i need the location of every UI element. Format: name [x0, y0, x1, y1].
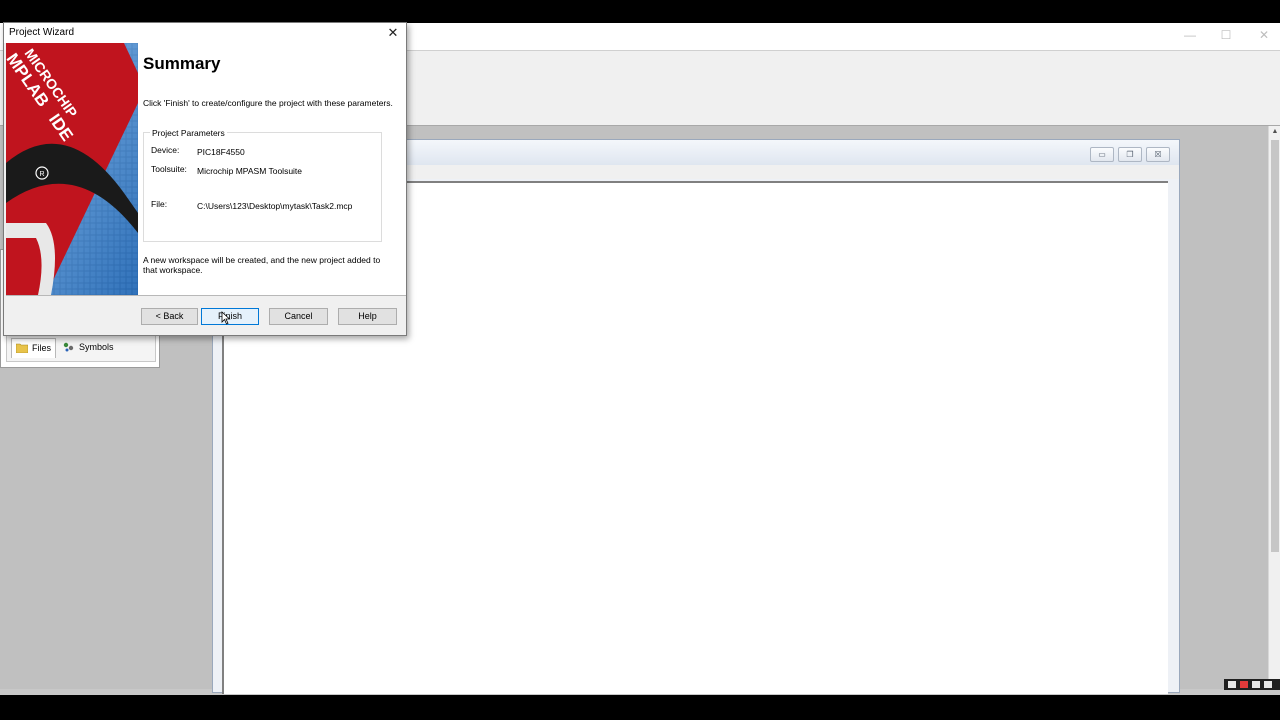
dialog-close-button[interactable]: ✕	[384, 24, 402, 42]
folder-icon	[16, 343, 28, 353]
app-close-button[interactable]: ✕	[1254, 25, 1274, 45]
toolsuite-label: Toolsuite:	[151, 164, 187, 174]
cancel-button[interactable]: Cancel	[269, 308, 328, 325]
device-label: Device:	[151, 145, 180, 155]
device-value: PIC18F4550	[197, 147, 245, 157]
back-button[interactable]: < Back	[141, 308, 198, 325]
toolsuite-value: Microchip MPASM Toolsuite	[197, 166, 303, 176]
app-minimize-button[interactable]: —	[1180, 25, 1200, 45]
screen-icon[interactable]	[1252, 681, 1260, 688]
dialog-main-panel: Summary Click 'Finish' to create/configu…	[138, 43, 406, 295]
mplab-ide-banner-image: R MICROCHIP MPLAB IDE	[6, 43, 138, 295]
symbols-icon	[63, 342, 74, 352]
mouse-cursor-icon	[221, 311, 231, 325]
file-value: C:\Users\123\Desktop\mytask\Task2.mcp	[197, 201, 353, 211]
project-wizard-dialog: Project Wizard ✕ R MICROCHIP MPLAB IDE S…	[3, 22, 407, 336]
child-close-button[interactable]: ☒	[1146, 147, 1170, 162]
page-heading: Summary	[143, 54, 221, 73]
settings-icon[interactable]	[1264, 681, 1272, 688]
svg-text:R: R	[39, 171, 44, 178]
scroll-up-arrow-icon[interactable]: ▲	[1270, 126, 1280, 138]
intro-text: Click 'Finish' to create/configure the p…	[143, 98, 393, 108]
camera-icon[interactable]	[1228, 681, 1236, 688]
dialog-title-bar: Project Wizard ✕	[4, 23, 406, 43]
help-button[interactable]: Help	[338, 308, 397, 325]
dialog-title: Project Wizard	[9, 27, 75, 38]
project-parameters-legend: Project Parameters	[150, 128, 227, 138]
record-icon[interactable]	[1240, 681, 1248, 688]
project-parameters-group: Project Parameters Device: PIC18F4550 To…	[143, 128, 382, 242]
tab-files-label: Files	[32, 343, 52, 353]
workspace-note-text: A new workspace will be created, and the…	[143, 255, 381, 275]
workspace-tab-strip: Files Symbols	[6, 334, 156, 362]
child-restore-button[interactable]: ❐	[1118, 147, 1142, 162]
dialog-separator	[6, 295, 406, 296]
app-maximize-button[interactable]: ☐	[1216, 25, 1236, 45]
file-label: File:	[151, 199, 168, 209]
scrollbar-thumb[interactable]	[1271, 140, 1279, 552]
recorder-toolbar	[1224, 679, 1280, 690]
tab-files[interactable]: Files	[11, 338, 57, 358]
child-minimize-button[interactable]: ▭	[1090, 147, 1114, 162]
main-vertical-scrollbar[interactable]: ▲	[1268, 126, 1280, 689]
tab-symbols[interactable]: Symbols	[59, 338, 118, 357]
tab-symbols-label: Symbols	[79, 342, 114, 352]
